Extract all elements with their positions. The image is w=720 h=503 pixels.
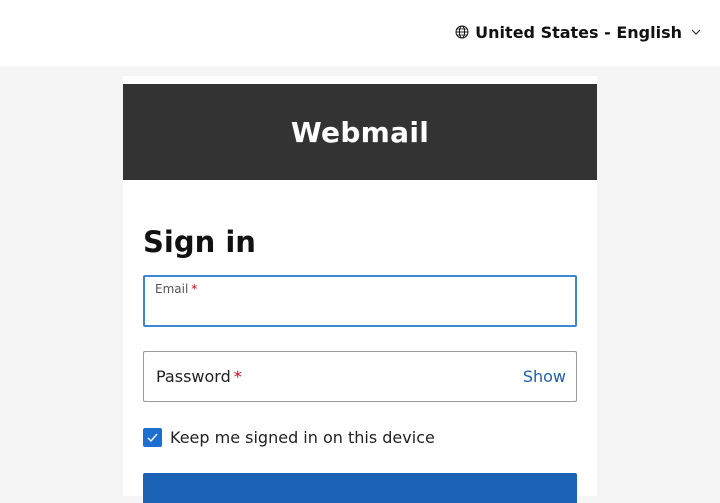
page-title: Sign in — [143, 225, 256, 259]
language-label: United States - English — [475, 22, 682, 42]
banner-title: Webmail — [290, 115, 430, 149]
top-bar: United States - English — [0, 0, 720, 66]
email-input[interactable] — [155, 301, 565, 321]
keep-signed-in-checkbox[interactable] — [143, 427, 162, 447]
email-field: Email * — [143, 275, 577, 327]
keep-signed-in-label: Keep me signed in on this device — [170, 427, 435, 447]
email-label-text: Email — [155, 282, 189, 296]
email-label: Email * — [155, 282, 197, 296]
password-field: Password * Show — [143, 351, 577, 402]
webmail-banner: Webmail — [123, 84, 597, 180]
keep-signed-in-option[interactable]: Keep me signed in on this device — [143, 427, 435, 447]
signin-card: Webmail Sign in Email * Password * Show Ke… — [123, 76, 597, 503]
required-mark: * — [191, 282, 198, 296]
checkmark-icon — [147, 433, 158, 442]
show-password-button[interactable]: Show — [523, 367, 566, 386]
sign-in-button[interactable] — [143, 473, 577, 503]
language-selector[interactable]: United States - English — [455, 20, 702, 44]
password-input[interactable] — [156, 366, 506, 388]
globe-icon — [455, 25, 469, 39]
chevron-down-icon — [690, 26, 702, 38]
